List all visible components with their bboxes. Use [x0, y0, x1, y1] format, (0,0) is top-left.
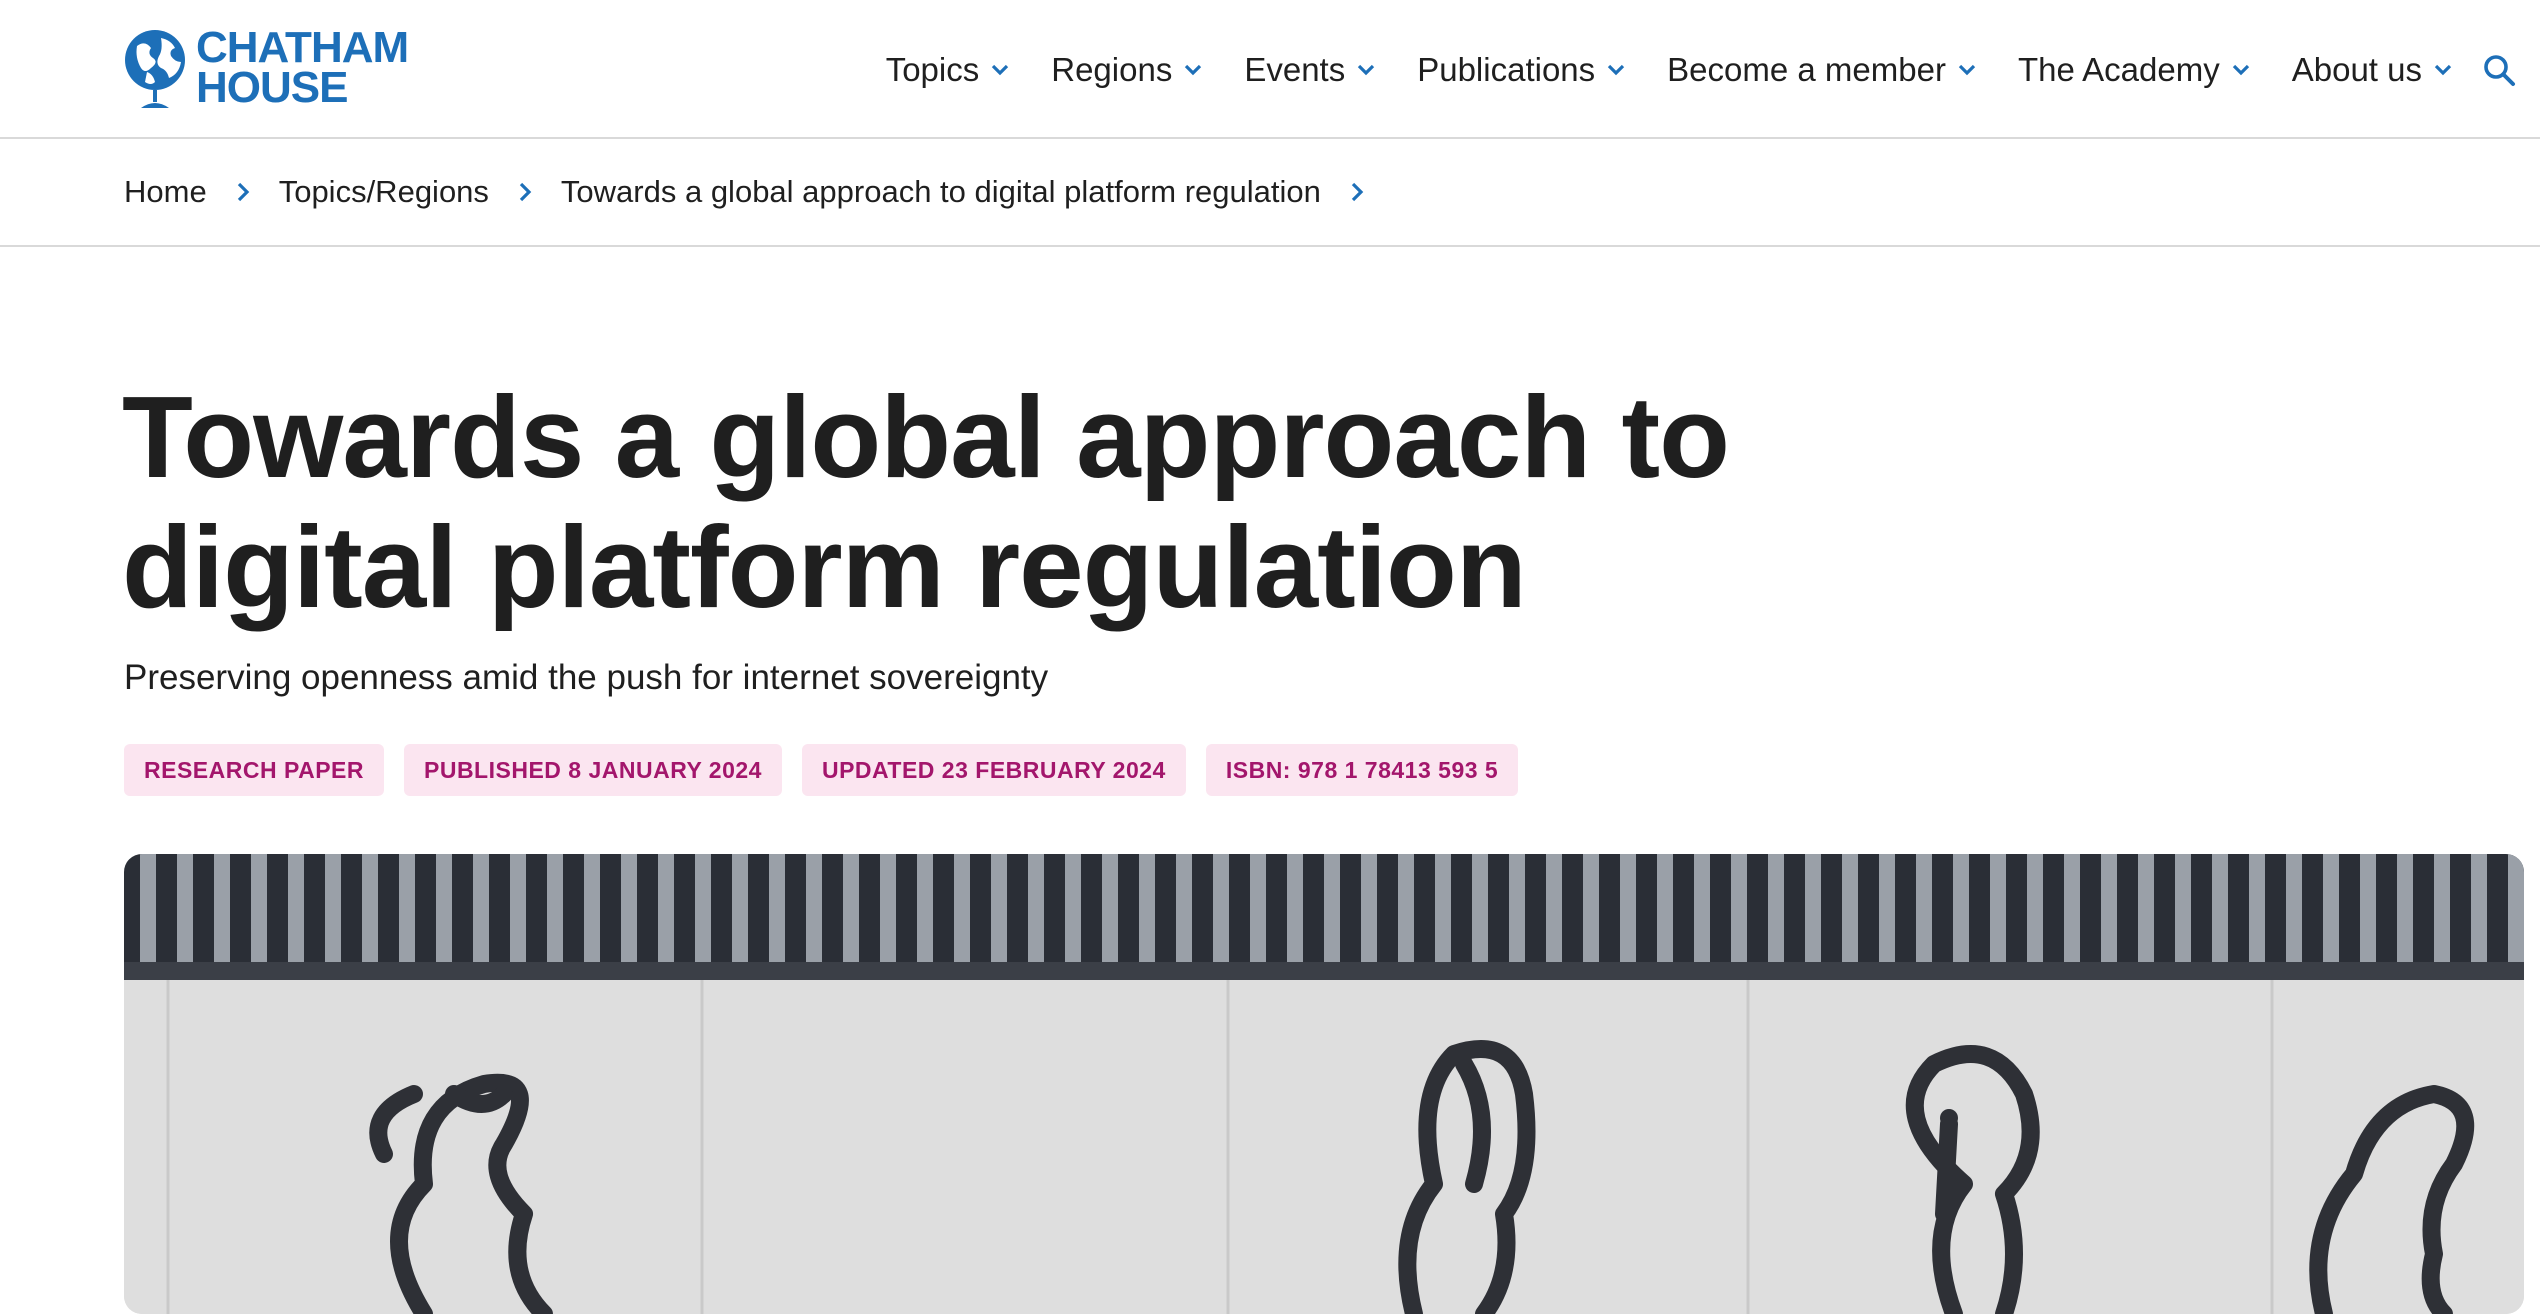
chatham-house-logo[interactable]: CHATHAM HOUSE — [123, 26, 443, 112]
hero-image — [124, 854, 2524, 1314]
breadcrumb: Home Topics/Regions Towards a global app… — [0, 139, 2540, 247]
tag-content-type: RESEARCH PAPER — [124, 744, 384, 796]
nav-item-label: Become a member — [1667, 51, 1946, 88]
nav-item-label: Regions — [1051, 51, 1173, 88]
logo-line-1: CHATHAM — [196, 23, 409, 72]
chevron-down-icon — [1358, 64, 1375, 76]
chevron-down-icon — [992, 64, 1009, 76]
chevron-right-icon — [237, 182, 249, 202]
nav-item-publications[interactable]: Publications — [1417, 51, 1627, 89]
chevron-down-icon — [1608, 64, 1625, 76]
page-title: Towards a global approach to digital pla… — [122, 372, 1730, 632]
globe-icon — [125, 30, 185, 108]
nav-item-label: Events — [1244, 51, 1346, 88]
site-header: CHATHAM HOUSE Topics Regions Events Publ… — [0, 0, 2540, 139]
nav-item-label: The Academy — [2017, 51, 2220, 88]
article-tags: RESEARCH PAPER PUBLISHED 8 JANUARY 2024 … — [124, 744, 1538, 796]
chevron-down-icon — [1958, 64, 1976, 76]
hero-photo — [124, 854, 2524, 1314]
search-icon[interactable] — [2482, 53, 2516, 87]
breadcrumb-home[interactable]: Home — [124, 174, 207, 210]
breadcrumb-current-page[interactable]: Towards a global approach to digital pla… — [561, 174, 1321, 210]
tag-isbn: ISBN: 978 1 78413 593 5 — [1205, 744, 1519, 796]
nav-item-about-us[interactable]: About us — [2292, 51, 2454, 89]
nav-item-label: Publications — [1417, 51, 1596, 88]
chevron-down-icon — [2434, 64, 2452, 76]
logo-line-2: HOUSE — [196, 63, 348, 112]
logo-wordmark: CHATHAM HOUSE — [196, 23, 409, 112]
chevron-down-icon — [1185, 64, 1202, 76]
nav-item-regions[interactable]: Regions — [1051, 51, 1204, 89]
chevron-right-icon — [1351, 182, 1364, 202]
nav-item-events[interactable]: Events — [1244, 51, 1377, 89]
nav-item-become-a-member[interactable]: Become a member — [1667, 51, 1978, 89]
nav-item-topics[interactable]: Topics — [886, 51, 1012, 89]
nav-item-the-academy[interactable]: The Academy — [2018, 51, 2252, 89]
chevron-right-icon — [519, 182, 532, 202]
tag-updated-date: UPDATED 23 FEBRUARY 2024 — [801, 744, 1186, 796]
nav-item-label: Topics — [885, 51, 980, 88]
breadcrumb-topics-regions[interactable]: Topics/Regions — [279, 174, 489, 210]
nav-item-label: About us — [2291, 51, 2422, 88]
tag-published-date: PUBLISHED 8 JANUARY 2024 — [404, 744, 782, 796]
main-nav: Topics Regions Events Publications Becom… — [886, 46, 2516, 94]
chevron-down-icon — [2232, 64, 2249, 76]
page-subtitle: Preserving openness amid the push for in… — [124, 658, 1049, 697]
